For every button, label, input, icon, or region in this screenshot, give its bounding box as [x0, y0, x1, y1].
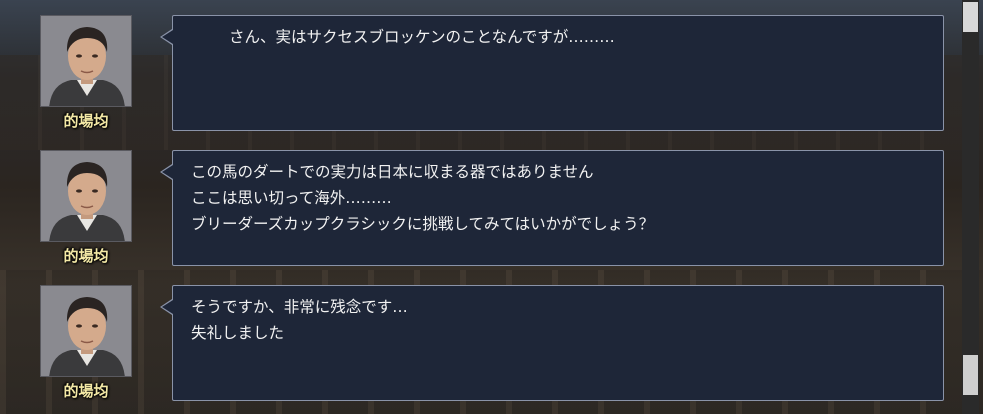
speaker-name: 的場均	[63, 382, 109, 400]
scrollbar-top-cap[interactable]	[963, 2, 978, 32]
speaker-portrait	[40, 150, 132, 242]
dialogue-bubble: そうですか、非常に残念です… 失礼しました	[172, 285, 944, 401]
dialogue-entry: 的場均 この馬のダートでの実力は日本に収まる器ではありません ここは思い切って海…	[0, 150, 960, 270]
dialogue-bubble: この馬のダートでの実力は日本に収まる器ではありません ここは思い切って海外…………	[172, 150, 944, 266]
bubble-tail-inner	[162, 300, 173, 314]
trainer-portrait-icon	[41, 286, 131, 376]
bubble-tail-inner	[162, 165, 173, 179]
bubble-tail-inner	[162, 30, 173, 44]
dialogue-text: さん、実はサクセスブロッケンのことなんですが………	[229, 28, 615, 46]
speaker-name: 的場均	[63, 112, 109, 130]
dialogue-log[interactable]: 的場均 さん、実はサクセスブロッケンのことなんですが……… 的場均 この馬のダー…	[0, 0, 960, 414]
dialogue-entry: 的場均 さん、実はサクセスブロッケンのことなんですが………	[0, 15, 960, 135]
dialogue-text: そうですか、非常に残念です… 失礼しました	[191, 298, 408, 342]
log-scrollbar[interactable]	[962, 0, 979, 414]
trainer-portrait-icon	[41, 151, 131, 241]
scrollbar-thumb[interactable]	[963, 355, 978, 395]
dialogue-text: この馬のダートでの実力は日本に収まる器ではありません ここは思い切って海外…………	[191, 163, 655, 233]
speaker-portrait	[40, 285, 132, 377]
trainer-portrait-icon	[41, 16, 131, 106]
dialogue-entry: 的場均 そうですか、非常に残念です… 失礼しました	[0, 285, 960, 405]
speaker-portrait	[40, 15, 132, 107]
speaker-name: 的場均	[63, 247, 109, 265]
dialogue-bubble: さん、実はサクセスブロッケンのことなんですが………	[172, 15, 944, 131]
